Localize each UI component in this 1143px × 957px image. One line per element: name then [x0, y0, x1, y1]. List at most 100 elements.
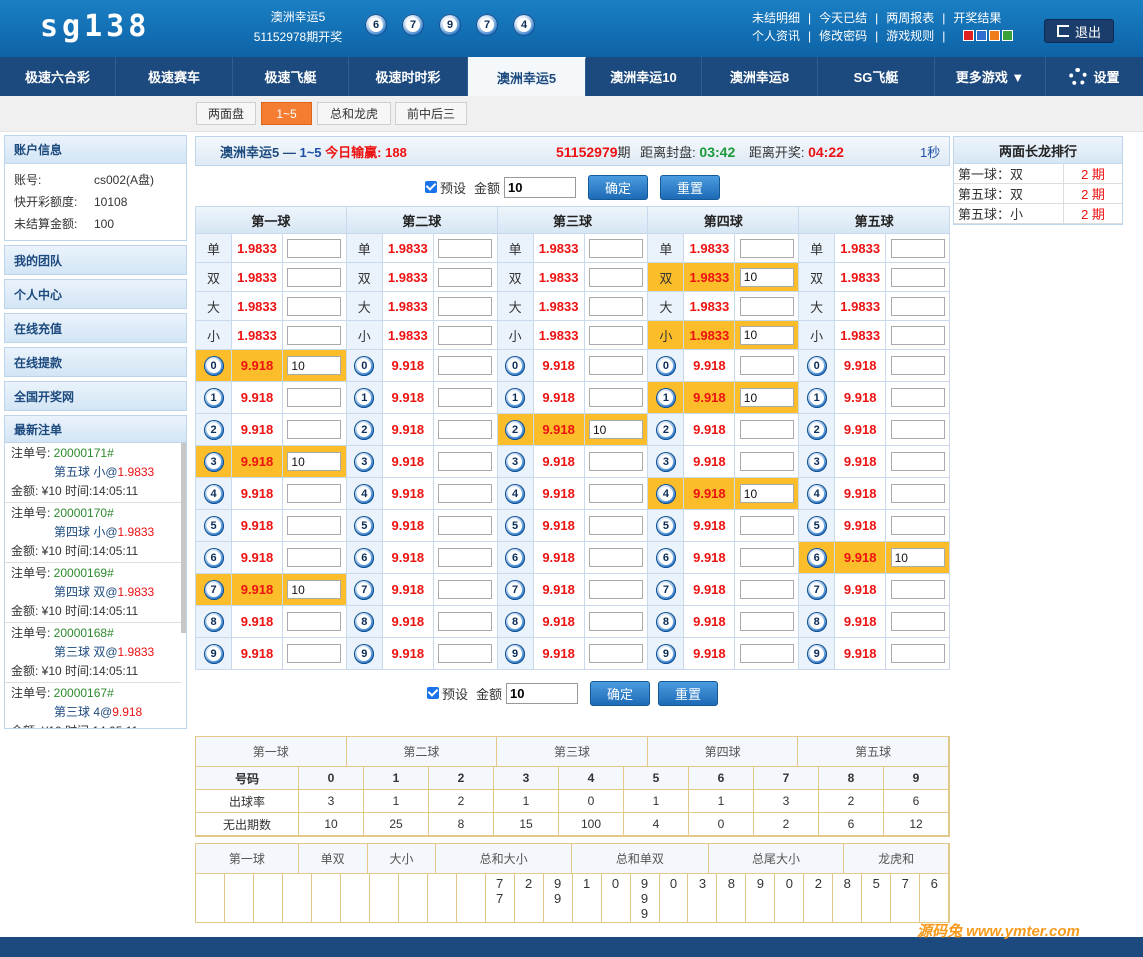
top-link[interactable]: 未结明细 [752, 9, 800, 27]
sidebar-link[interactable]: 在线充值 [4, 313, 187, 343]
preset-amount-input[interactable] [504, 176, 577, 198]
bet-amount-input[interactable] [287, 267, 342, 287]
sidebar-link[interactable]: 个人中心 [4, 279, 187, 309]
bet-amount-input[interactable] [739, 612, 794, 631]
bet-amount-input[interactable] [890, 452, 945, 471]
bet-cell[interactable]: 3 9.918 [648, 446, 799, 478]
bet-amount-input[interactable] [890, 548, 945, 567]
bet-amount-input[interactable] [588, 420, 643, 439]
bet-amount-input[interactable] [588, 644, 643, 663]
bet-cell[interactable]: 7 9.918 [346, 574, 497, 606]
bet-cell[interactable]: 9 9.918 [799, 638, 949, 670]
trend-tab[interactable]: 总尾大小 [709, 844, 845, 873]
sidebar-link[interactable]: 我的团队 [4, 245, 187, 275]
nav-item[interactable]: 澳洲幸运8 [702, 57, 818, 96]
bet-cell[interactable]: 8 9.918 [799, 606, 949, 638]
bet-amount-input[interactable] [438, 452, 493, 471]
top-link[interactable]: 游戏规则 [886, 27, 934, 45]
color-theme-option[interactable] [989, 30, 1001, 41]
bet-cell[interactable]: 小 1.9833 [346, 321, 497, 350]
bet-amount-input[interactable] [287, 580, 342, 599]
bet-amount-input[interactable] [438, 388, 493, 407]
bet-amount-input[interactable] [287, 325, 342, 345]
nav-item[interactable]: 澳洲幸运10 [586, 57, 702, 96]
bet-amount-input[interactable] [438, 580, 493, 599]
bet-cell[interactable]: 4 9.918 [346, 478, 497, 510]
bet-cell[interactable]: 2 9.918 [497, 414, 648, 446]
bet-amount-input[interactable] [438, 296, 493, 316]
bet-amount-input[interactable] [890, 356, 945, 375]
bet-cell[interactable]: 2 9.918 [648, 414, 799, 446]
bet-cell[interactable]: 大 1.9833 [648, 292, 799, 321]
bet-cell[interactable]: 0 9.918 [346, 350, 497, 382]
bet-amount-input[interactable] [438, 267, 493, 287]
stats-tab[interactable]: 第三球 [497, 737, 648, 766]
bet-cell[interactable]: 双 1.9833 [648, 263, 799, 292]
bet-cell[interactable]: 8 9.918 [497, 606, 648, 638]
bet-cell[interactable]: 双 1.9833 [196, 263, 346, 292]
trend-tab[interactable]: 大小 [368, 844, 437, 873]
bet-amount-input[interactable] [588, 452, 643, 471]
bet-cell[interactable]: 大 1.9833 [497, 292, 648, 321]
trend-tab[interactable]: 第一球 [196, 844, 299, 873]
trend-tab[interactable]: 单双 [299, 844, 368, 873]
bet-amount-input[interactable] [588, 296, 643, 316]
preset-checkbox[interactable] [424, 181, 437, 193]
bet-cell[interactable]: 单 1.9833 [196, 234, 346, 263]
bet-amount-input[interactable] [287, 612, 342, 631]
bet-amount-input[interactable] [890, 580, 945, 599]
bet-amount-input[interactable] [438, 548, 493, 567]
bet-cell[interactable]: 1 9.918 [799, 382, 949, 414]
bet-cell[interactable]: 9 9.918 [497, 638, 648, 670]
stats-tab[interactable]: 第一球 [196, 737, 347, 766]
bet-amount-input[interactable] [739, 238, 794, 258]
bet-amount-input[interactable] [588, 580, 643, 599]
bet-amount-input[interactable] [739, 388, 794, 407]
subtab[interactable]: 两面盘 [196, 102, 256, 125]
preset-amount-input[interactable] [506, 682, 579, 704]
bet-cell[interactable]: 0 9.918 [648, 350, 799, 382]
settings-button[interactable]: 设置 [1046, 57, 1143, 96]
bet-cell[interactable]: 9 9.918 [346, 638, 497, 670]
bet-amount-input[interactable] [438, 356, 493, 375]
bet-cell[interactable]: 小 1.9833 [497, 321, 648, 350]
bet-cell[interactable]: 9 9.918 [648, 638, 799, 670]
bet-cell[interactable]: 8 9.918 [346, 606, 497, 638]
latest-orders-list[interactable]: 注单号: 20000171# 第五球 小@1.9833 金额: ¥10 时间:14:… [4, 443, 187, 729]
stats-tab[interactable]: 第五球 [798, 737, 949, 766]
nav-item[interactable]: 澳洲幸运5 [468, 57, 586, 96]
top-link[interactable]: 修改密码 [819, 27, 867, 45]
color-theme-option[interactable] [1002, 30, 1014, 41]
trend-tab[interactable]: 龙虎和 [844, 844, 949, 873]
top-link[interactable]: 个人资讯 [752, 27, 800, 45]
bet-amount-input[interactable] [287, 452, 342, 471]
subtab[interactable]: 前中后三 [395, 102, 467, 125]
trend-tab[interactable]: 总和大小 [436, 844, 572, 873]
orders-scrollbar[interactable] [181, 443, 186, 633]
nav-item[interactable]: SG飞艇 [818, 57, 935, 96]
bet-amount-input[interactable] [287, 644, 342, 663]
bet-amount-input[interactable] [890, 388, 945, 407]
bet-amount-input[interactable] [890, 420, 945, 439]
logout-button[interactable]: 退出 [1044, 19, 1114, 43]
bet-cell[interactable]: 4 9.918 [648, 478, 799, 510]
subtab[interactable]: 1~5 [261, 102, 312, 125]
bet-amount-input[interactable] [739, 516, 794, 535]
bet-amount-input[interactable] [890, 325, 945, 345]
bet-amount-input[interactable] [287, 484, 342, 503]
bet-amount-input[interactable] [287, 356, 342, 375]
bet-cell[interactable]: 单 1.9833 [346, 234, 497, 263]
bet-amount-input[interactable] [287, 516, 342, 535]
bet-amount-input[interactable] [588, 267, 643, 287]
bet-cell[interactable]: 1 9.918 [648, 382, 799, 414]
bet-amount-input[interactable] [287, 420, 342, 439]
bet-amount-input[interactable] [287, 548, 342, 567]
stats-tab[interactable]: 第二球 [347, 737, 498, 766]
top-link[interactable]: 开奖结果 [953, 9, 1001, 27]
bet-cell[interactable]: 5 9.918 [799, 510, 949, 542]
bet-cell[interactable]: 3 9.918 [346, 446, 497, 478]
bet-cell[interactable]: 1 9.918 [196, 382, 346, 414]
bet-cell[interactable]: 单 1.9833 [497, 234, 648, 263]
bet-cell[interactable]: 5 9.918 [648, 510, 799, 542]
top-link[interactable]: 今天已结 [819, 9, 867, 27]
